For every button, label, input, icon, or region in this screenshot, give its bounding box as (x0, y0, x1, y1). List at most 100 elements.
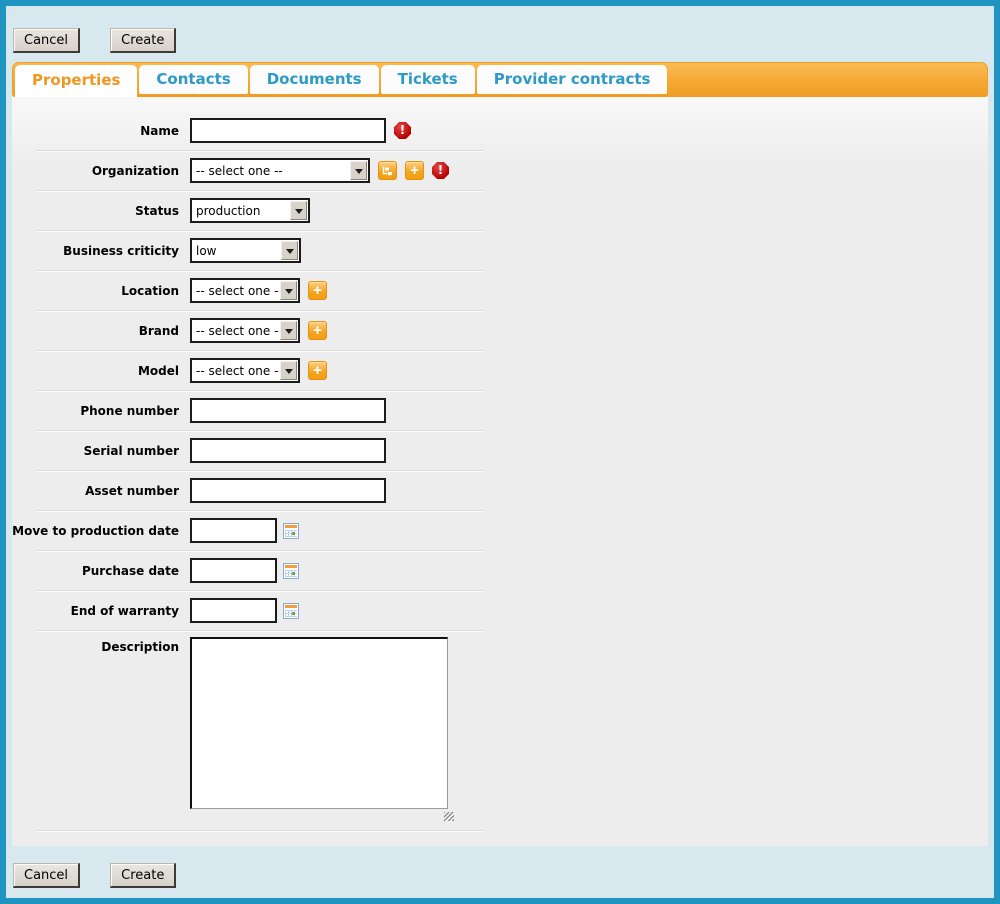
field-row-serial-number: Serial number (12, 431, 988, 470)
calendar-icon[interactable] (283, 603, 299, 619)
top-toolbar: Cancel Create (6, 6, 994, 62)
row-separator (35, 830, 483, 831)
create-button-bottom[interactable]: Create (110, 863, 176, 888)
add-icon: + (410, 163, 419, 178)
end-of-warranty-input[interactable] (190, 598, 277, 623)
field-control (190, 598, 299, 623)
field-row-phone-number: Phone number (12, 391, 988, 430)
location-select[interactable]: -- select one -- (190, 278, 300, 303)
hierarchy-icon (382, 165, 393, 176)
calendar-header (285, 565, 297, 568)
create-button-top[interactable]: Create (110, 28, 176, 53)
create-object-page: Cancel Create PropertiesContactsDocument… (0, 0, 1000, 904)
field-control: -- select one -- + (190, 318, 327, 343)
field-control (190, 558, 299, 583)
field-control (190, 518, 299, 543)
add-icon: + (313, 283, 322, 298)
field-control: -- select one -- + (190, 278, 327, 303)
add-button[interactable]: + (308, 321, 327, 340)
selected-value: -- select one -- (192, 320, 279, 341)
dropdown-arrow-icon (290, 201, 307, 220)
field-label-description: Description (12, 631, 190, 654)
calendar-today-cell (292, 612, 295, 615)
phone-number-input[interactable] (190, 398, 386, 423)
cancel-button-top[interactable]: Cancel (13, 28, 80, 53)
organization-select[interactable]: -- select one -- (190, 158, 370, 183)
dropdown-arrow-icon (350, 161, 367, 180)
model-select[interactable]: -- select one -- (190, 358, 300, 383)
calendar-grid (285, 530, 297, 537)
selected-value: -- select one -- (192, 280, 279, 301)
dropdown-arrow-icon (280, 281, 297, 300)
field-control: production (190, 198, 310, 223)
selected-value: production (192, 200, 289, 221)
properties-form: Name!Organization-- select one --+!Statu… (12, 111, 988, 831)
field-label-brand: Brand (12, 324, 190, 338)
serial-number-input[interactable] (190, 438, 386, 463)
add-button[interactable]: + (308, 281, 327, 300)
description-textarea[interactable] (190, 637, 448, 809)
field-label-serial-number: Serial number (12, 444, 190, 458)
brand-select[interactable]: -- select one -- (190, 318, 300, 343)
add-button[interactable]: + (308, 361, 327, 380)
field-label-purchase-date: Purchase date (12, 564, 190, 578)
field-row-name: Name! (12, 111, 988, 150)
bottom-toolbar: Cancel Create (6, 846, 994, 898)
purchase-date-input[interactable] (190, 558, 277, 583)
field-row-business-criticity: Business criticitylow (12, 231, 988, 270)
field-label-end-of-warranty: End of warranty (12, 604, 190, 618)
tab-properties[interactable]: Properties (15, 65, 137, 97)
add-icon: + (313, 323, 322, 338)
field-row-location: Location-- select one -- + (12, 271, 988, 310)
calendar-today-cell (292, 572, 295, 575)
asset-number-input[interactable] (190, 478, 386, 503)
tab-tickets[interactable]: Tickets (381, 65, 475, 94)
field-row-brand: Brand-- select one -- + (12, 311, 988, 350)
field-label-model: Model (12, 364, 190, 378)
move-to-production-date-input[interactable] (190, 518, 277, 543)
textarea-resize-handle[interactable] (444, 812, 454, 821)
field-label-move-to-production-date: Move to production date (12, 524, 190, 538)
cancel-button-bottom[interactable]: Cancel (13, 863, 80, 888)
field-label-business-criticity: Business criticity (12, 244, 190, 258)
field-control: ! (190, 118, 411, 143)
calendar-header (285, 605, 297, 608)
dropdown-arrow-icon (280, 321, 297, 340)
mandatory-icon: ! (432, 162, 449, 179)
field-row-model: Model-- select one -- + (12, 351, 988, 390)
field-control (190, 398, 386, 423)
dropdown-arrow-icon (280, 361, 297, 380)
calendar-grid (285, 610, 297, 617)
name-input[interactable] (190, 118, 386, 143)
mandatory-icon: ! (394, 122, 411, 139)
field-control (190, 631, 448, 821)
field-control: low (190, 238, 301, 263)
field-row-asset-number: Asset number (12, 471, 988, 510)
field-label-location: Location (12, 284, 190, 298)
field-control (190, 478, 386, 503)
calendar-grid (285, 570, 297, 577)
status-select[interactable]: production (190, 198, 310, 223)
tab-bar: PropertiesContactsDocumentsTicketsProvid… (12, 62, 988, 97)
field-row-purchase-date: Purchase date (12, 551, 988, 590)
add-button[interactable]: + (405, 161, 424, 180)
tab-provider-contracts[interactable]: Provider contracts (477, 65, 668, 94)
calendar-header (285, 525, 297, 528)
calendar-icon[interactable] (283, 563, 299, 579)
field-row-end-of-warranty: End of warranty (12, 591, 988, 630)
field-row-status: Statusproduction (12, 191, 988, 230)
field-label-name: Name (12, 124, 190, 138)
hierarchy-browse-button[interactable] (378, 161, 397, 180)
tab-documents[interactable]: Documents (250, 65, 379, 94)
business-criticity-select[interactable]: low (190, 238, 301, 263)
selected-value: -- select one -- (192, 160, 349, 181)
selected-value: low (192, 240, 280, 261)
field-label-phone-number: Phone number (12, 404, 190, 418)
selected-value: -- select one -- (192, 360, 279, 381)
field-label-status: Status (12, 204, 190, 218)
tab-contacts[interactable]: Contacts (139, 65, 247, 94)
field-control: -- select one -- +! (190, 158, 449, 183)
field-label-asset-number: Asset number (12, 484, 190, 498)
field-row-organization: Organization-- select one --+! (12, 151, 988, 190)
calendar-icon[interactable] (283, 523, 299, 539)
